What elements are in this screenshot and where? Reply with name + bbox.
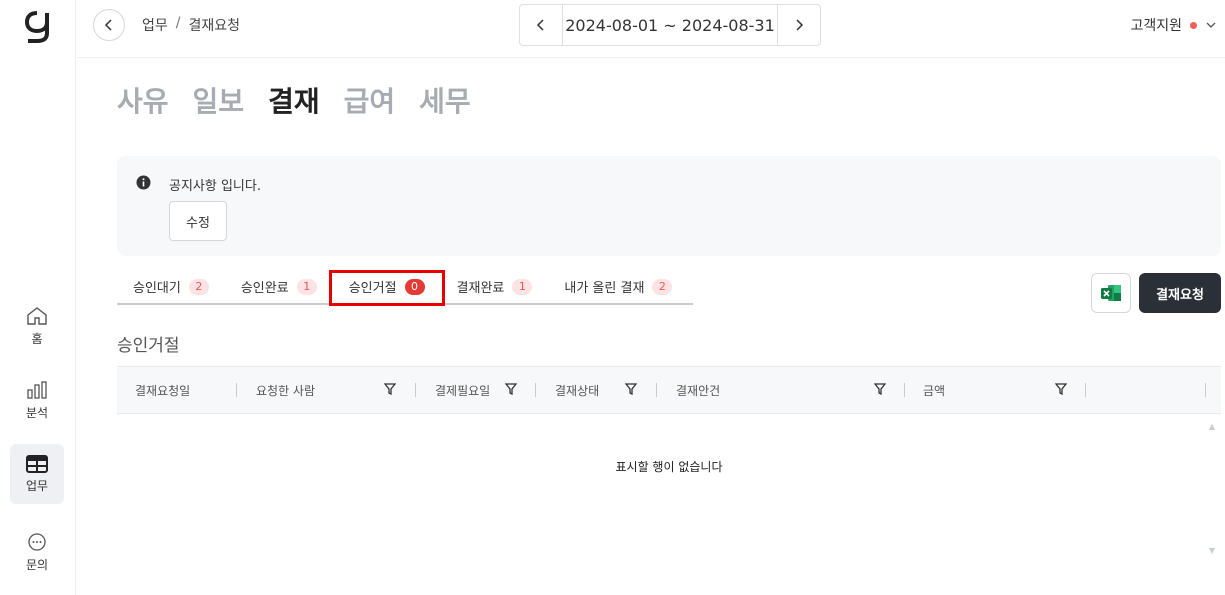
tab-label: 결재완료 bbox=[456, 281, 505, 296]
info-icon bbox=[136, 175, 151, 190]
column-label: 결재안건 bbox=[676, 383, 721, 398]
status-tabs: 승인대기 2 승인완료 1 승인거절 0 결재완료 1 내가 올린 결재 2 bbox=[117, 270, 693, 305]
category-tab-tax[interactable]: 세무 bbox=[419, 80, 471, 120]
tab-label: 내가 올린 결재 bbox=[564, 281, 645, 296]
column-label: 결재요청일 bbox=[135, 383, 191, 398]
filter-icon[interactable] bbox=[1055, 383, 1067, 395]
breadcrumb-separator: / bbox=[175, 15, 181, 31]
filter-icon[interactable] bbox=[384, 383, 396, 395]
date-range-picker: 2024-08-01 ~ 2024-08-31 bbox=[519, 4, 821, 46]
category-tab-daily[interactable]: 일보 bbox=[193, 80, 245, 120]
filter-icon[interactable] bbox=[505, 383, 517, 395]
scroll-down-icon[interactable]: ▼ bbox=[1209, 546, 1215, 555]
category-tab-approval[interactable]: 결재 bbox=[268, 80, 320, 120]
chevron-left-icon bbox=[104, 19, 112, 31]
category-tabs: 사유 일보 결재 급여 세무 bbox=[117, 80, 471, 120]
column-label: 결제필요일 bbox=[435, 383, 491, 398]
column-label: 요청한 사람 bbox=[256, 383, 316, 398]
tab-rejected[interactable]: 승인거절 0 bbox=[333, 270, 441, 303]
count-badge: 2 bbox=[652, 278, 673, 295]
top-bar: 업무 / 결재요청 2024-08-01 ~ 2024-08-31 고객지원 bbox=[77, 0, 1225, 58]
column-subject[interactable]: 결재안건 bbox=[676, 367, 886, 413]
grid-header: 결재요청일 요청한 사람 결제필요일 결재상태 결재안건 금액 bbox=[117, 366, 1221, 414]
chevron-left-icon bbox=[536, 19, 544, 31]
sidebar-item-label: 업무 bbox=[25, 478, 49, 493]
sidebar: 홈 분석 업무 문의 bbox=[0, 0, 76, 595]
column-request-date[interactable]: 결재요청일 bbox=[135, 367, 235, 413]
tab-pending-approval[interactable]: 승인대기 2 bbox=[117, 270, 225, 303]
count-badge: 2 bbox=[188, 278, 209, 295]
next-month-button[interactable] bbox=[778, 5, 820, 45]
tab-approved[interactable]: 승인완료 1 bbox=[225, 270, 333, 303]
category-tab-reason[interactable]: 사유 bbox=[117, 80, 169, 120]
notice-box: 공지사항 입니다. 수정 bbox=[117, 156, 1221, 256]
prev-month-button[interactable] bbox=[520, 5, 562, 45]
notice-text: 공지사항 입니다. bbox=[169, 179, 261, 194]
tab-label: 승인완료 bbox=[240, 281, 289, 296]
table-icon bbox=[26, 454, 48, 473]
tab-label: 승인대기 bbox=[133, 281, 181, 296]
filter-icon[interactable] bbox=[625, 383, 637, 395]
category-tab-payroll[interactable]: 급여 bbox=[344, 80, 396, 120]
sidebar-item-label: 분석 bbox=[25, 405, 49, 420]
section-title: 승인거절 bbox=[117, 336, 180, 356]
sidebar-item-work[interactable]: 업무 bbox=[10, 444, 64, 504]
column-separator[interactable] bbox=[535, 383, 536, 397]
count-badge: 0 bbox=[404, 278, 425, 295]
support-label: 고객지원 bbox=[1130, 18, 1182, 34]
tab-completed[interactable]: 결재완료 1 bbox=[441, 270, 549, 303]
sidebar-item-analysis[interactable]: 분석 bbox=[10, 370, 64, 430]
column-separator[interactable] bbox=[415, 383, 416, 397]
chart-icon bbox=[27, 380, 47, 399]
notification-dot bbox=[1190, 21, 1197, 29]
column-separator[interactable] bbox=[1205, 383, 1206, 397]
chevron-down-icon bbox=[1206, 22, 1216, 28]
grid-body: 표시할 행이 없습니다 ▲ ▼ bbox=[117, 414, 1221, 564]
column-separator[interactable] bbox=[1085, 383, 1086, 397]
sidebar-item-label: 문의 bbox=[25, 557, 49, 572]
date-range-text[interactable]: 2024-08-01 ~ 2024-08-31 bbox=[562, 5, 778, 45]
column-label: 결재상태 bbox=[555, 383, 600, 398]
tab-my-requests[interactable]: 내가 올린 결재 2 bbox=[548, 270, 688, 303]
column-label: 금액 bbox=[923, 383, 946, 398]
column-due-date[interactable]: 결제필요일 bbox=[435, 367, 517, 413]
breadcrumb-current: 결재요청 bbox=[188, 18, 241, 34]
breadcrumb: 업무 / 결재요청 bbox=[142, 15, 240, 35]
empty-message: 표시할 행이 없습니다 bbox=[615, 460, 723, 474]
column-separator[interactable] bbox=[656, 383, 657, 397]
count-badge: 1 bbox=[512, 278, 533, 295]
back-button[interactable] bbox=[93, 9, 125, 41]
column-status[interactable]: 결재상태 bbox=[555, 367, 637, 413]
excel-export-button[interactable] bbox=[1091, 273, 1131, 313]
chevron-right-icon bbox=[796, 19, 804, 31]
chat-icon bbox=[28, 532, 46, 551]
sidebar-item-inquiry[interactable]: 문의 bbox=[10, 522, 64, 582]
column-amount[interactable]: 금액 bbox=[923, 367, 1067, 413]
edit-notice-button[interactable]: 수정 bbox=[169, 201, 227, 241]
filter-icon[interactable] bbox=[874, 383, 886, 395]
count-badge: 1 bbox=[296, 278, 317, 295]
column-requester[interactable]: 요청한 사람 bbox=[256, 367, 396, 413]
column-separator[interactable] bbox=[904, 383, 905, 397]
home-icon bbox=[27, 306, 47, 325]
scroll-up-icon[interactable]: ▲ bbox=[1209, 422, 1215, 431]
column-separator[interactable] bbox=[236, 383, 237, 397]
logo-icon[interactable] bbox=[24, 10, 50, 44]
breadcrumb-item[interactable]: 업무 bbox=[142, 15, 168, 35]
approval-request-button[interactable]: 결재요청 bbox=[1139, 273, 1221, 313]
sidebar-item-home[interactable]: 홈 bbox=[10, 296, 64, 356]
support-menu[interactable]: 고객지원 bbox=[1130, 15, 1217, 35]
sidebar-item-label: 홈 bbox=[31, 331, 43, 346]
tab-label: 승인거절 bbox=[348, 281, 397, 296]
excel-icon bbox=[1101, 285, 1121, 301]
